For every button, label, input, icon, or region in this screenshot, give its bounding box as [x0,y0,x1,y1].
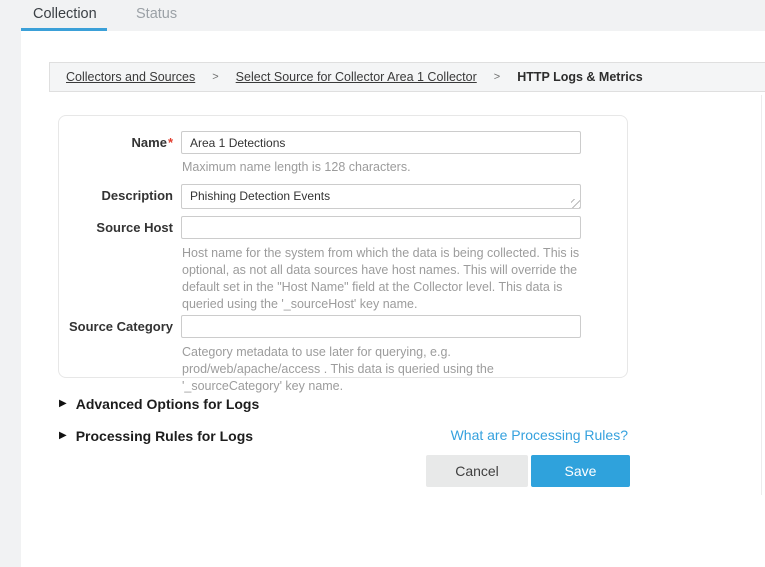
cancel-button[interactable]: Cancel [426,455,528,487]
processing-rules-link-wrap: What are Processing Rules? [58,427,628,445]
breadcrumb-separator-icon: > [494,71,500,83]
breadcrumb: Collectors and Sources > Select Source f… [49,62,765,92]
required-asterisk: * [168,135,173,150]
source-host-helper-text: Host name for the system from which the … [182,245,584,313]
tab-collection[interactable]: Collection [33,6,97,22]
source-host-input[interactable] [181,216,581,239]
description-label: Description [59,188,173,203]
name-label: Name* [59,135,173,150]
name-label-text: Name [132,135,167,150]
name-input[interactable] [181,131,581,154]
source-host-label: Source Host [59,220,173,235]
page: Collection Status Collectors and Sources… [0,0,765,567]
description-textarea[interactable]: Phishing Detection Events [181,184,581,209]
source-category-input[interactable] [181,315,581,338]
breadcrumb-current-page: HTTP Logs & Metrics [517,70,642,84]
advanced-options-section-toggle[interactable]: ▶ Advanced Options for Logs [59,396,259,412]
source-config-form: Name* Maximum name length is 128 charact… [58,115,628,378]
expand-triangle-icon: ▶ [59,399,67,409]
breadcrumb-collectors-and-sources[interactable]: Collectors and Sources [66,70,195,84]
advanced-options-title: Advanced Options for Logs [76,396,260,412]
tab-bar: Collection Status [0,0,765,31]
panel-right-border [761,95,762,495]
tab-status[interactable]: Status [136,6,177,22]
what-are-processing-rules-link[interactable]: What are Processing Rules? [451,427,628,443]
name-helper-text: Maximum name length is 128 characters. [182,159,411,176]
save-button[interactable]: Save [531,455,630,487]
source-category-label: Source Category [59,319,173,334]
breadcrumb-select-source[interactable]: Select Source for Collector Area 1 Colle… [236,70,477,84]
breadcrumb-separator-icon: > [212,71,218,83]
content-panel: Collectors and Sources > Select Source f… [21,31,765,567]
source-category-helper-text: Category metadata to use later for query… [182,344,590,395]
